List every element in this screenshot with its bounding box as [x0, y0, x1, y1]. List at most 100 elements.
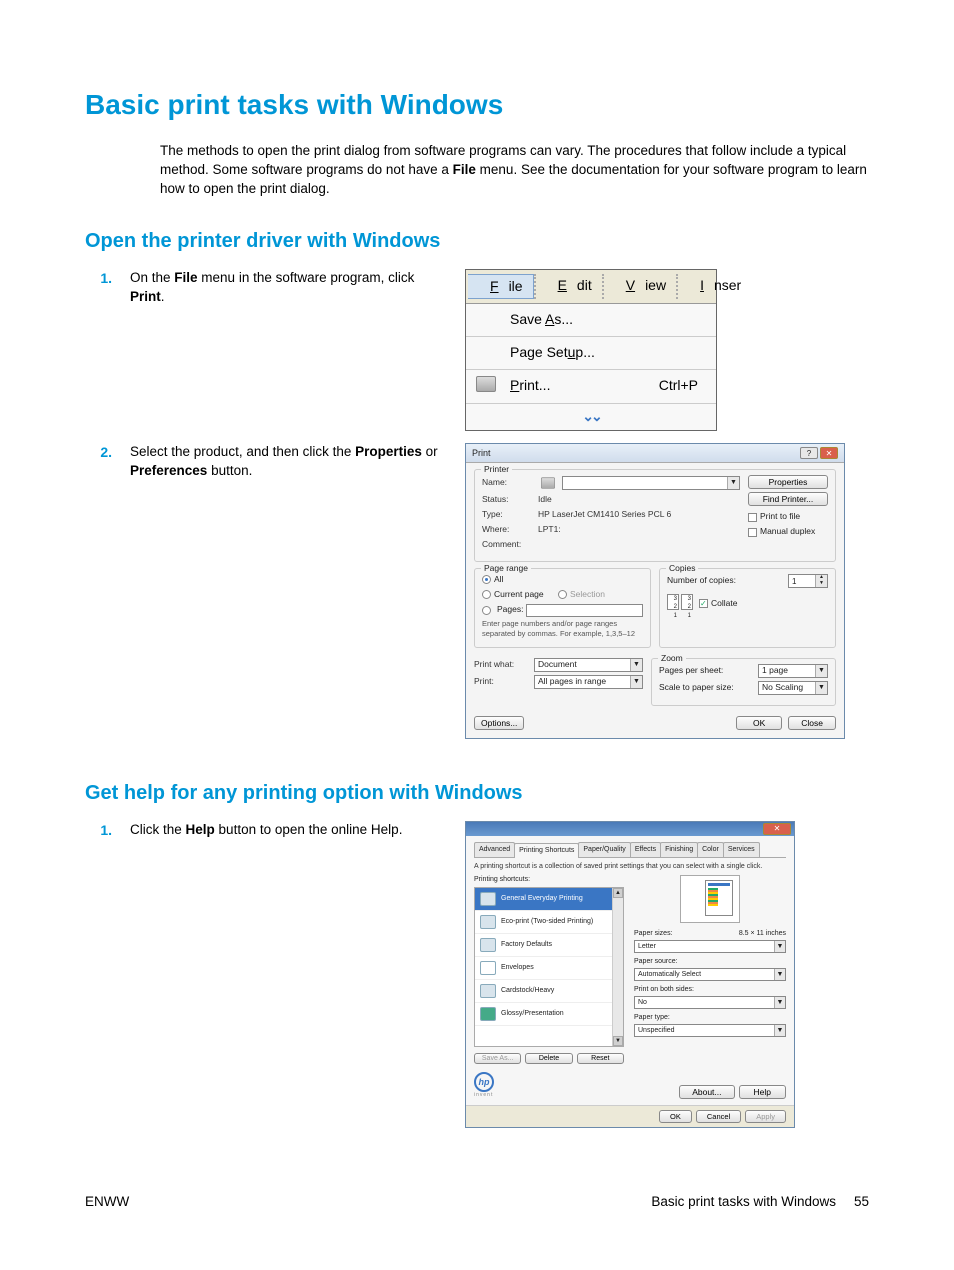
- manual-duplex-checkbox[interactable]: [748, 528, 757, 537]
- tab-services[interactable]: Services: [723, 842, 760, 857]
- shortcuts-label: Printing shortcuts:: [474, 875, 624, 885]
- print-dialog-titlebar: Print ? ✕: [466, 444, 844, 464]
- intro-file-word: File: [453, 162, 476, 177]
- step2-row: 2. Select the product, and then click th…: [85, 443, 869, 739]
- current-page-radio[interactable]: [482, 590, 491, 599]
- collate-icon: 321 321: [667, 594, 693, 610]
- close-window-button[interactable]: ✕: [820, 447, 838, 459]
- page-preview: [680, 875, 740, 923]
- paper-type-dropdown[interactable]: Unspecified▼: [634, 1024, 786, 1037]
- tab-printing-shortcuts[interactable]: Printing Shortcuts: [514, 843, 579, 858]
- shortcut-icon: [480, 1007, 496, 1021]
- printer-name-dropdown[interactable]: ▼: [562, 476, 740, 490]
- menubar-file[interactable]: FFileile: [468, 274, 534, 300]
- menu-save-as[interactable]: Save As...Save As...: [466, 304, 716, 337]
- print-what-dropdown[interactable]: Document▼: [534, 658, 643, 672]
- properties-dialog-titlebar: ✕: [466, 822, 794, 836]
- section2-title: Get help for any printing option with Wi…: [85, 779, 869, 807]
- menubar: FFileile EditEdit ViewView InserInser: [466, 270, 716, 305]
- shortcut-delete-button[interactable]: Delete: [525, 1053, 572, 1064]
- shortcuts-listbox[interactable]: General Everyday Printing Eco-print (Two…: [474, 887, 624, 1047]
- page-heading: Basic print tasks with Windows: [85, 85, 869, 124]
- shortcut-general[interactable]: General Everyday Printing: [475, 888, 612, 911]
- help-button[interactable]: Help: [739, 1085, 786, 1099]
- tab-advanced[interactable]: Advanced: [474, 842, 515, 857]
- help-window-button[interactable]: ?: [800, 447, 818, 459]
- prop-apply-button[interactable]: Apply: [745, 1110, 786, 1123]
- collate-checkbox[interactable]: [699, 599, 708, 608]
- paper-source-dropdown[interactable]: Automatically Select▼: [634, 968, 786, 981]
- intro-paragraph: The methods to open the print dialog fro…: [160, 142, 869, 199]
- prop-cancel-button[interactable]: Cancel: [696, 1110, 741, 1123]
- find-printer-button[interactable]: Find Printer...: [748, 492, 828, 506]
- shortcut-factory[interactable]: Factory Defaults: [475, 934, 612, 957]
- close-button[interactable]: Close: [788, 716, 836, 730]
- prop-ok-button[interactable]: OK: [659, 1110, 692, 1123]
- footer-left: ENWW: [85, 1193, 129, 1212]
- menubar-edit[interactable]: EditEdit: [534, 274, 602, 300]
- menu-expand-icon[interactable]: ⌄⌄: [466, 404, 716, 430]
- section1-title: Open the printer driver with Windows: [85, 227, 869, 255]
- step1-text: On the File menu in the software program…: [130, 269, 465, 307]
- selection-radio: [558, 590, 567, 599]
- ok-button[interactable]: OK: [736, 716, 782, 730]
- menu-print-shortcut: Ctrl+P: [659, 376, 706, 398]
- options-button[interactable]: Options...Options...: [474, 716, 524, 730]
- envelope-icon: [480, 961, 496, 975]
- shortcut-icon: [480, 984, 496, 998]
- shortcut-envelopes[interactable]: Envelopes: [475, 957, 612, 980]
- tab-paper-quality[interactable]: Paper/Quality: [578, 842, 630, 857]
- tab-effects[interactable]: Effects: [630, 842, 661, 857]
- step1-number: 1.: [85, 269, 130, 289]
- scale-dropdown[interactable]: No Scaling▼: [758, 681, 828, 695]
- file-menu-screenshot: FFileile EditEdit ViewView InserInser Sa…: [465, 269, 717, 431]
- step2-text: Select the product, and then click the P…: [130, 443, 465, 481]
- menubar-inser[interactable]: InserInser: [676, 274, 751, 300]
- printer-fieldset: Printer Name: ▼ Status:Idle Type:: [474, 469, 836, 562]
- shortcut-eco[interactable]: Eco-print (Two-sided Printing): [475, 911, 612, 934]
- section2-step1-row: 1. Click the Help button to open the onl…: [85, 821, 869, 1128]
- shortcut-cardstock[interactable]: Cardstock/Heavy: [475, 980, 612, 1003]
- properties-tabs: Advanced Printing Shortcuts Paper/Qualit…: [474, 842, 786, 858]
- tab-finishing[interactable]: Finishing: [660, 842, 698, 857]
- printer-icon: [541, 478, 555, 489]
- zoom-fieldset: Zoom Pages per sheet:Pages per sheet: 1 …: [651, 658, 836, 706]
- pages-radio[interactable]: [482, 606, 491, 615]
- shortcut-description: A printing shortcut is a collection of s…: [474, 862, 786, 872]
- print-dialog-title: Print: [472, 447, 491, 460]
- shortcut-glossy[interactable]: Glossy/Presentation: [475, 1003, 612, 1026]
- print-range-dropdown[interactable]: All pages in range▼: [534, 675, 643, 689]
- tab-color[interactable]: Color: [697, 842, 724, 857]
- footer-section-name: Basic print tasks with Windows: [651, 1193, 836, 1212]
- close-window-button[interactable]: ✕: [763, 823, 791, 835]
- print-dialog-screenshot: Print ? ✕ Printer Name:: [465, 443, 845, 739]
- step1-row: 1. On the File menu in the software prog…: [85, 269, 869, 431]
- menubar-view[interactable]: ViewView: [602, 274, 676, 300]
- about-button[interactable]: About...: [679, 1085, 734, 1099]
- print-both-sides-dropdown[interactable]: No▼: [634, 996, 786, 1009]
- print-to-file-checkbox[interactable]: [748, 513, 757, 522]
- footer-page-number: 55: [854, 1193, 869, 1212]
- all-radio[interactable]: [482, 575, 491, 584]
- properties-dialog-screenshot: ✕ Advanced Printing Shortcuts Paper/Qual…: [465, 821, 795, 1128]
- shortcut-save-as-button[interactable]: Save As...: [474, 1053, 521, 1064]
- pages-input[interactable]: [526, 604, 643, 617]
- page-footer: ENWW Basic print tasks with Windows 55: [85, 1193, 869, 1212]
- section2-step1-number: 1.: [85, 821, 130, 841]
- pages-per-sheet-dropdown[interactable]: 1 page▼: [758, 664, 828, 678]
- shortcut-reset-button[interactable]: Reset: [577, 1053, 624, 1064]
- menu-page-setup[interactable]: Page Setup...Page Setup...: [466, 337, 716, 370]
- section2-step1-text: Click the Help button to open the online…: [130, 821, 465, 840]
- shortcut-icon: [480, 892, 496, 906]
- scrollbar[interactable]: ▲▼: [612, 888, 623, 1046]
- menu-print[interactable]: Print...Print... Ctrl+P: [466, 370, 716, 405]
- paper-sizes-dropdown[interactable]: Letter▼: [634, 940, 786, 953]
- printer-icon: [476, 376, 496, 392]
- step2-number: 2.: [85, 443, 130, 463]
- copies-fieldset: Copies Number of copies:Number of copies…: [659, 568, 836, 648]
- properties-button[interactable]: Properties: [748, 475, 828, 489]
- shortcut-icon: [480, 938, 496, 952]
- copies-spinner[interactable]: 1▲▼: [788, 574, 828, 588]
- page-range-fieldset: Page range AllAll Current pageCurrent pa…: [474, 568, 651, 648]
- shortcut-icon: [480, 915, 496, 929]
